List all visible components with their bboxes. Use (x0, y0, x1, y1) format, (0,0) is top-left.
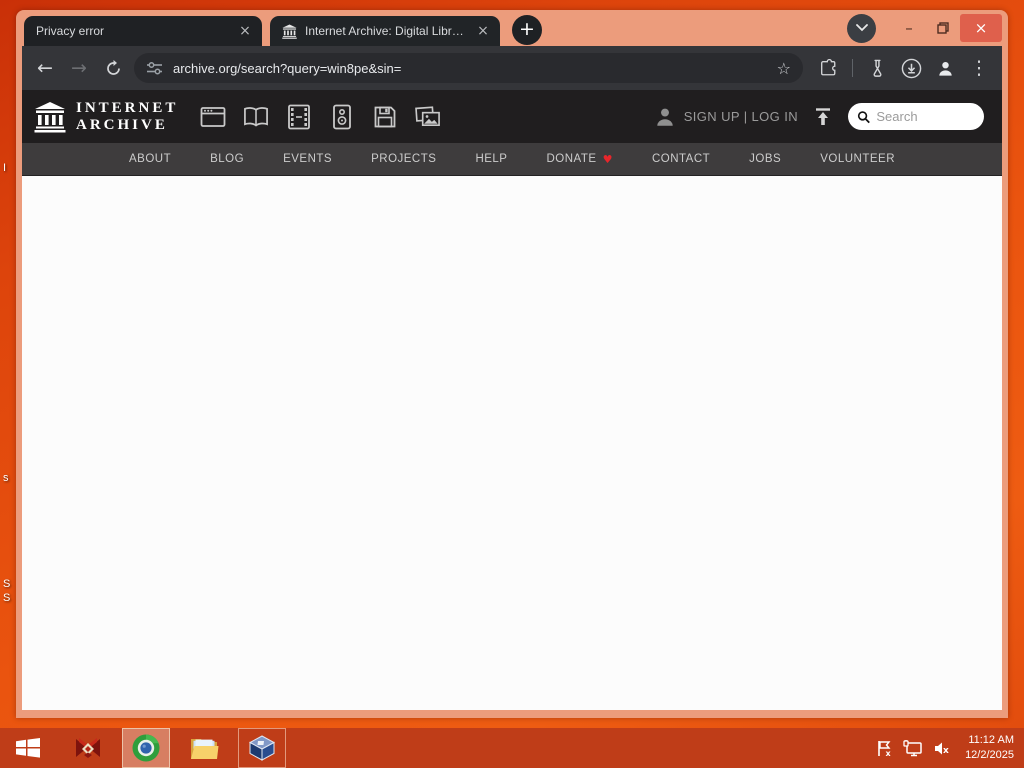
desktop-icon-label-fragment: I (3, 162, 7, 174)
titlebar: Privacy error × Internet Archive: Digita… (22, 10, 1002, 46)
internet-archive-wordmark[interactable]: INTERNET ARCHIVE (76, 100, 178, 133)
volume-muted-icon[interactable]: x (933, 740, 951, 757)
tab-title: Privacy error (36, 24, 105, 38)
maximize-button[interactable] (926, 14, 960, 42)
texts-media-icon[interactable] (243, 104, 269, 130)
signup-login-link[interactable]: SIGN UP | LOG IN (684, 109, 798, 124)
tab-strip: Privacy error × Internet Archive: Digita… (24, 15, 542, 46)
desktop-icon-label-fragment: S (3, 578, 11, 590)
toolbar-actions: ⋮ (811, 51, 996, 85)
tab-close-icon[interactable]: × (474, 22, 492, 40)
ia-search-box[interactable] (848, 103, 984, 130)
reload-icon (106, 59, 120, 75)
nav-item-contact[interactable]: CONTACT (652, 153, 710, 165)
profile-button[interactable] (928, 51, 962, 85)
window-controls: – × (847, 13, 1002, 43)
downloads-button[interactable] (894, 51, 928, 85)
internet-archive-logo-icon[interactable] (34, 101, 66, 133)
clock-date: 12/2/2025 (965, 749, 1014, 761)
nav-item-projects[interactable]: PROJECTS (371, 153, 436, 165)
forward-button[interactable]: → (62, 51, 96, 85)
taskbar-app-file-explorer[interactable] (180, 728, 228, 768)
audio-media-icon[interactable] (329, 104, 355, 130)
nav-item-blog[interactable]: BLOG (210, 153, 244, 165)
page-content-blank (22, 176, 1002, 710)
browser-window: Privacy error × Internet Archive: Digita… (16, 10, 1008, 718)
taskbar-app-red-utility[interactable] (64, 728, 112, 768)
url-text[interactable]: archive.org/search?query=win8pe&sin= (173, 61, 769, 76)
flask-icon (872, 59, 882, 77)
header-account-area: SIGN UP | LOG IN (654, 103, 992, 130)
download-icon (901, 58, 921, 78)
taskbar-app-virtualbox[interactable] (238, 728, 286, 768)
minimize-button[interactable]: – (892, 14, 926, 42)
profile-icon (938, 61, 952, 76)
reload-button[interactable] (96, 51, 130, 85)
bookmark-star-icon[interactable]: ☆ (777, 59, 791, 78)
person-icon[interactable] (654, 106, 676, 128)
search-icon (857, 110, 870, 123)
nav-item-help[interactable]: HELP (475, 153, 507, 165)
tab-close-icon[interactable]: × (236, 22, 254, 40)
action-center-flag-icon[interactable]: x (876, 740, 893, 757)
heart-icon: ♥ (602, 152, 613, 166)
red-utility-app-icon (76, 738, 100, 758)
network-status-icon[interactable] (903, 739, 923, 757)
internet-archive-header: INTERNET ARCHIVE SIGN UP | LOG IN Search (22, 90, 1002, 143)
browser-app-icon (132, 734, 160, 762)
start-button[interactable] (2, 728, 54, 768)
ia-search-input[interactable] (876, 109, 975, 124)
tab-search-button[interactable] (847, 13, 876, 43)
svg-text:x: x (886, 749, 892, 757)
desktop-icon-label-fragment: s (3, 472, 9, 484)
media-type-icons (200, 104, 441, 130)
taskbar: x x 11:12 AM 12/2/2025 (0, 728, 1024, 768)
internet-archive-favicon-icon (282, 23, 297, 39)
windows-logo-icon (16, 738, 40, 758)
images-media-icon[interactable] (415, 104, 441, 130)
tab-internet-archive[interactable]: Internet Archive: Digital Library × (270, 16, 500, 46)
browser-toolbar: ← → archive.org/search?query=win8pe&sin=… (22, 46, 1002, 90)
labs-button[interactable] (860, 51, 894, 85)
desktop-icon-label-fragment: S (3, 592, 11, 604)
video-media-icon[interactable] (286, 104, 312, 130)
toolbar-divider (852, 59, 853, 77)
tab-title: Internet Archive: Digital Library (305, 24, 468, 38)
new-tab-button[interactable]: + (512, 15, 542, 45)
restore-icon (937, 22, 949, 34)
nav-item-jobs[interactable]: JOBS (749, 153, 781, 165)
menu-kebab-button[interactable]: ⋮ (962, 51, 996, 85)
svg-text:x: x (943, 746, 949, 756)
taskbar-app-browser[interactable] (122, 728, 170, 768)
nav-item-events[interactable]: EVENTS (283, 153, 332, 165)
ia-nav-bar: ABOUT BLOG EVENTS PROJECTS HELP DONATE ♥… (22, 143, 1002, 176)
chevron-down-icon (855, 24, 868, 32)
virtualbox-icon (248, 735, 276, 761)
puzzle-icon (821, 59, 836, 76)
clock-time: 11:12 AM (968, 734, 1014, 747)
nav-item-donate[interactable]: DONATE ♥ (546, 153, 612, 166)
system-tray: x x 11:12 AM 12/2/2025 (876, 733, 1022, 763)
upload-button[interactable] (812, 106, 834, 128)
extensions-button[interactable] (811, 51, 845, 85)
upload-icon (816, 107, 830, 125)
file-explorer-icon (191, 739, 219, 759)
web-media-icon[interactable] (200, 104, 226, 130)
close-window-button[interactable]: × (960, 14, 1002, 42)
taskbar-clock[interactable]: 11:12 AM 12/2/2025 (965, 733, 1014, 763)
tab-privacy-error[interactable]: Privacy error × (24, 16, 262, 46)
donate-label: DONATE (546, 153, 597, 165)
back-button[interactable]: ← (28, 51, 62, 85)
nav-item-volunteer[interactable]: VOLUNTEER (820, 153, 895, 165)
address-bar[interactable]: archive.org/search?query=win8pe&sin= ☆ (134, 53, 803, 83)
site-settings-icon[interactable] (146, 61, 163, 76)
nav-item-about[interactable]: ABOUT (129, 153, 171, 165)
software-media-icon[interactable] (372, 104, 398, 130)
